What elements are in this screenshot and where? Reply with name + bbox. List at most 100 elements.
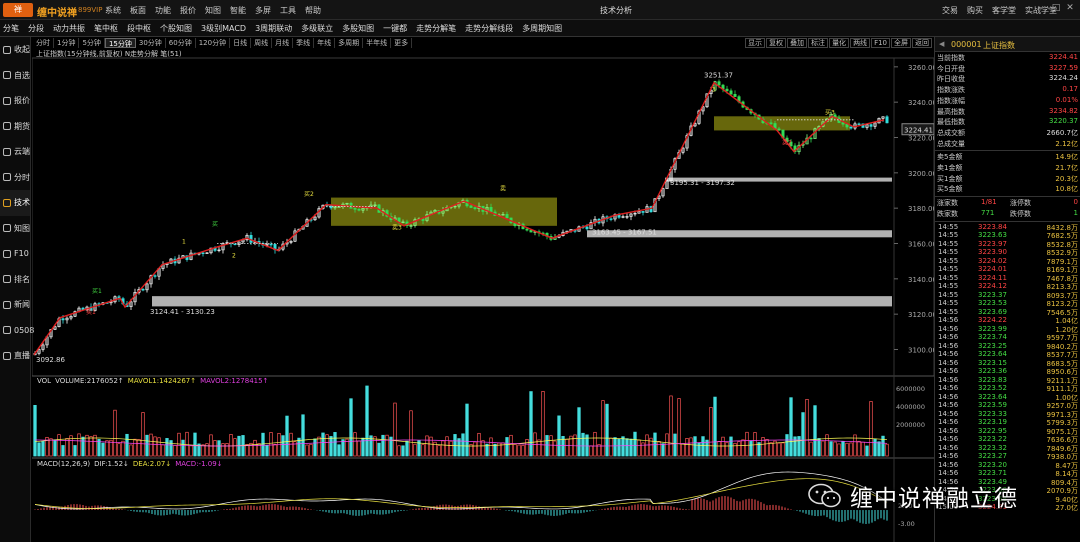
toolbar-item[interactable]: 一键都 [383, 23, 407, 34]
toolbar-item[interactable]: 动力共振 [53, 23, 85, 34]
minimize-icon[interactable]: — [1035, 3, 1049, 13]
trade-price: 3223.90 [978, 248, 1007, 256]
sidebar-item[interactable]: F10 [0, 241, 30, 267]
sidebar-item[interactable]: 排名 [0, 267, 30, 293]
toolbar-item[interactable]: 个股知图 [160, 23, 192, 34]
volume-bar [869, 401, 873, 457]
divider [935, 220, 1080, 222]
toolbar-item[interactable]: 多周期知图 [522, 23, 562, 34]
period-tab[interactable]: 月线 [272, 38, 294, 48]
sidebar-item-label: 技术 [14, 198, 30, 208]
sidebar-item[interactable]: 知图 [0, 216, 30, 242]
volume-bar [377, 442, 381, 457]
trade-time: 14:56 [938, 316, 959, 324]
sidebar-item[interactable]: 自选 [0, 63, 30, 89]
close-icon[interactable]: ✕ [1063, 3, 1077, 13]
price-tick-label: 3160.00 [908, 241, 934, 249]
price-tick-label: 3140.00 [908, 276, 934, 284]
period-tab[interactable]: 半年线 [363, 38, 392, 48]
trade-row: 14:55 3223.84 8432.8万 [935, 223, 1080, 232]
volume-bar [289, 432, 293, 457]
menu-tools[interactable]: 工具 [280, 5, 296, 16]
toolbar-item[interactable]: 笔中枢 [94, 23, 118, 34]
trade-time: 14:55 [938, 256, 959, 265]
period-tab[interactable]: 年线 [314, 38, 336, 48]
toolbar-item[interactable]: 多级联立 [301, 23, 333, 34]
sidebar-item[interactable]: 0508 [0, 318, 34, 344]
quote-label: 指数涨跌 [937, 86, 965, 95]
sidebar-item[interactable]: 云端 [0, 139, 30, 165]
menu-board[interactable]: 板面 [130, 5, 146, 16]
volume-bar [57, 434, 61, 457]
sidebar: 收起 自选 报价 期货 云端 分时技术知图 F10 排名 新闻 0508 直播 [0, 37, 34, 542]
chart-option-button[interactable]: 两线 [850, 38, 871, 48]
toolbar-item[interactable]: 走势分解线段 [465, 23, 513, 34]
volume-bar [481, 440, 485, 457]
candle-body [61, 318, 65, 321]
candle-body [641, 211, 645, 213]
volume-bar [725, 441, 729, 457]
period-tab[interactable]: 周线 [251, 38, 273, 48]
toolbar-item[interactable]: 段中枢 [127, 23, 151, 34]
period-tab[interactable]: 季线 [293, 38, 315, 48]
chart-option-button[interactable]: 复权 [766, 38, 787, 48]
menu-multiscreen[interactable]: 多屏 [255, 5, 271, 16]
toolbar-item[interactable]: 分笔 [3, 23, 19, 34]
chart-option-button[interactable]: 标注 [808, 38, 829, 48]
app-name: 缠中说禅 [37, 8, 77, 19]
toolbar-item[interactable]: 多股知图 [342, 23, 374, 34]
nav-icon [3, 96, 11, 105]
trade-price: 3223.69 [978, 307, 1007, 316]
link-trade[interactable]: 交易 [942, 5, 958, 16]
period-tab[interactable]: 120分钟 [196, 38, 231, 48]
period-tab[interactable]: 1分钟 [54, 38, 80, 48]
chevron-icon[interactable]: ◀ [939, 40, 944, 48]
period-tab[interactable]: 分时 [33, 38, 54, 48]
volume-bar [861, 441, 865, 457]
period-tab[interactable]: 5分钟 [79, 38, 105, 48]
menu-help[interactable]: 帮助 [305, 5, 321, 16]
trade-price: 3223.27 [978, 452, 1007, 460]
sidebar-item[interactable]: 技术 [0, 190, 30, 216]
chart-option-button[interactable]: 叠加 [787, 38, 808, 48]
menu-map[interactable]: 知图 [205, 5, 221, 16]
toolbar-item[interactable]: 3周期联动 [255, 23, 292, 34]
sidebar-item[interactable]: 直播 [0, 343, 30, 369]
chart-option-button[interactable]: 全屏 [891, 38, 911, 48]
chart-option-button[interactable]: F10 [871, 38, 890, 48]
quote-value: 3234.82 [1049, 106, 1078, 115]
chart-option-button[interactable]: 返回 [912, 38, 932, 48]
sidebar-item[interactable]: 报价 [0, 88, 30, 114]
menu-system[interactable]: 系统 [105, 5, 121, 16]
sidebar-item[interactable]: 分时 [0, 165, 30, 191]
period-tab[interactable]: 60分钟 [166, 38, 196, 48]
chart-option-button[interactable]: 显示 [745, 38, 766, 48]
period-tab[interactable]: 更多 [391, 38, 413, 48]
volume-bar [229, 434, 233, 457]
volume-bar [565, 438, 569, 457]
period-tab[interactable]: 多周期 [335, 38, 364, 48]
chart-option-button[interactable]: 量化 [829, 38, 850, 48]
volume-bar [513, 444, 517, 457]
link-classroom[interactable]: 客学堂 [992, 5, 1016, 16]
maximize-icon[interactable]: □ [1049, 3, 1063, 13]
trade-price: 3223.33 [978, 409, 1007, 418]
menu-smart[interactable]: 智能 [230, 5, 246, 16]
period-tab[interactable]: 30分钟 [136, 38, 166, 48]
volume-bar [65, 438, 69, 457]
trade-time: 14:56 [938, 460, 959, 469]
toolbar-item[interactable]: 3级别MACD [201, 23, 246, 34]
menu-function[interactable]: 功能 [155, 5, 171, 16]
period-tab[interactable]: 15分钟 [104, 38, 136, 48]
volume-bar [857, 440, 861, 457]
link-buy[interactable]: 购买 [967, 5, 983, 16]
menu-quote[interactable]: 报价 [180, 5, 196, 16]
price-annotation: 3251.37 [704, 71, 733, 79]
toolbar-item[interactable]: 分段 [28, 23, 44, 34]
period-tab[interactable]: 日线 [230, 38, 252, 48]
toolbar-item[interactable]: 走势分解笔 [416, 23, 456, 34]
sidebar-item[interactable]: 期货 [0, 114, 30, 140]
sidebar-item[interactable]: 新闻 [0, 292, 30, 318]
volume-bar [613, 437, 617, 457]
sidebar-item[interactable]: 收起 [0, 37, 30, 63]
